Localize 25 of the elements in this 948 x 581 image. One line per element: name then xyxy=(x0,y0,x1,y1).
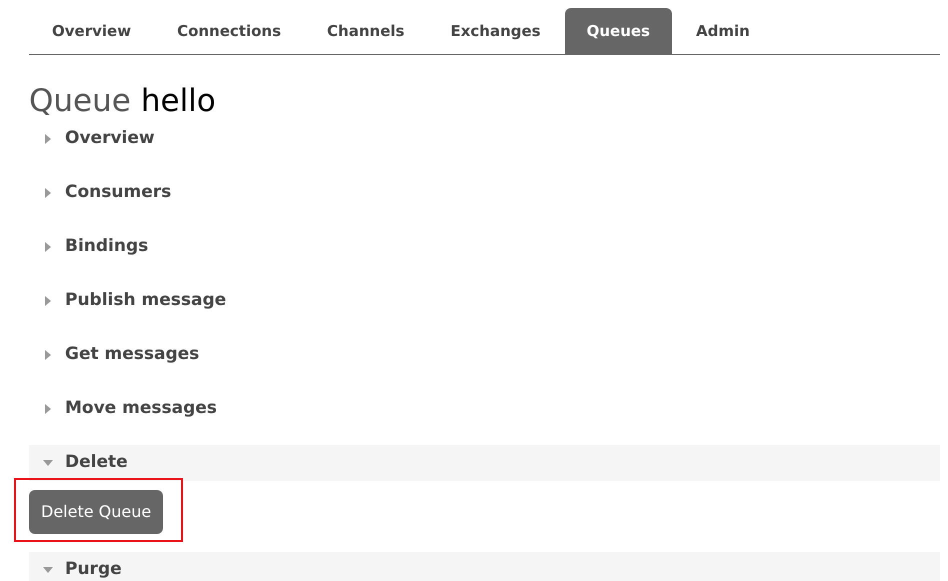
section-header[interactable]: Publish message xyxy=(29,283,940,319)
queue-name: hello xyxy=(140,82,216,121)
section-header[interactable]: Delete xyxy=(29,445,940,481)
triangle-down-icon xyxy=(43,458,53,468)
page-title-label: Queue xyxy=(29,82,131,121)
section-header[interactable]: Purge xyxy=(29,552,940,581)
section-header[interactable]: Get messages xyxy=(29,337,940,373)
nav-tab[interactable]: Exchanges xyxy=(428,8,563,54)
nav-tab[interactable]: Channels xyxy=(305,8,426,54)
triangle-right-icon xyxy=(43,188,53,198)
section-header[interactable]: Consumers xyxy=(29,175,940,211)
triangle-down-icon xyxy=(43,565,53,575)
nav-tab[interactable]: Overview xyxy=(30,8,154,54)
triangle-right-icon xyxy=(43,242,53,252)
delete-queue-button[interactable]: Delete Queue xyxy=(29,490,164,534)
nav-tab[interactable]: Connections xyxy=(155,8,304,54)
nav-tab[interactable]: Admin xyxy=(674,8,772,54)
section-header[interactable]: Move messages xyxy=(29,391,940,427)
triangle-right-icon xyxy=(43,404,53,414)
triangle-right-icon xyxy=(43,296,53,306)
section-header[interactable]: Bindings xyxy=(29,229,940,265)
section-header[interactable]: Overview xyxy=(29,121,940,157)
nav-tab[interactable]: Queues xyxy=(564,8,672,54)
triangle-right-icon xyxy=(43,350,53,360)
triangle-right-icon xyxy=(43,134,53,144)
